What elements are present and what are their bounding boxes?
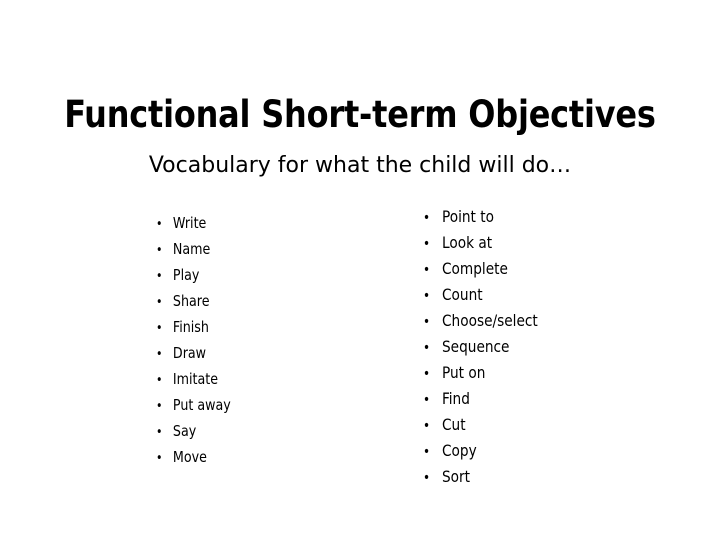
list-item: • Imitate (156, 366, 372, 392)
list-item-label: Say (172, 422, 197, 440)
list-item: • Finish (156, 314, 372, 340)
list-item: • Share (156, 288, 372, 314)
bullet-icon: • (156, 295, 163, 310)
list-item: • Cut (423, 412, 661, 438)
list-item: • Complete (423, 256, 661, 282)
list-item-label: Share (172, 292, 210, 310)
bullet-icon: • (423, 340, 431, 356)
bullet-icon: • (156, 425, 163, 440)
list-item-label: Move (172, 448, 207, 466)
bullet-icon: • (423, 444, 431, 460)
list-item-label: Put away (172, 396, 231, 414)
bullet-icon: • (423, 314, 431, 330)
list-item-label: Draw (172, 344, 207, 362)
list-item: • Write (156, 210, 372, 236)
list-item: • Put away (156, 392, 372, 418)
list-item: • Say (156, 418, 372, 444)
bullet-icon: • (156, 269, 163, 284)
list-item-label: Count (442, 285, 483, 304)
list-item: • Play (156, 262, 372, 288)
list-item: • Point to (423, 204, 661, 230)
list-item: • Move (156, 444, 372, 470)
list-item-label: Finish (172, 318, 209, 336)
bullet-icon: • (423, 392, 431, 408)
list-item-label: Write (172, 214, 207, 232)
bullet-list-right: • Point to • Look at • Complete • Count … (423, 204, 673, 490)
list-item-label: Cut (442, 415, 466, 434)
list-item-label: Complete (442, 259, 508, 278)
bullet-icon: • (156, 373, 163, 388)
bullet-icon: • (423, 262, 431, 278)
list-item-label: Play (172, 266, 200, 284)
list-item: • Draw (156, 340, 372, 366)
list-item-label: Find (442, 389, 470, 408)
list-item-label: Point to (442, 207, 494, 226)
bullet-icon: • (156, 347, 163, 362)
list-item: • Count (423, 282, 661, 308)
list-item-label: Put on (442, 363, 486, 382)
list-item: • Sequence (423, 334, 661, 360)
bullet-icon: • (156, 243, 163, 258)
bullet-icon: • (156, 451, 163, 466)
list-item-label: Choose/select (442, 311, 538, 330)
list-item: • Look at (423, 230, 661, 256)
list-item: • Sort (423, 464, 661, 490)
bullet-list-left: • Write • Name • Play • Share • Finish •… (156, 210, 386, 470)
list-item: • Put on (423, 360, 661, 386)
bullet-icon: • (423, 288, 431, 304)
bullet-icon: • (423, 418, 431, 434)
bullet-icon: • (423, 236, 431, 252)
list-item-label: Sequence (442, 337, 510, 356)
list-item: • Find (423, 386, 661, 412)
list-item-label: Sort (442, 467, 471, 486)
list-item-label: Imitate (172, 370, 219, 388)
bullet-icon: • (423, 366, 431, 382)
list-item: • Name (156, 236, 372, 262)
list-item-label: Copy (442, 441, 477, 460)
list-item: • Choose/select (423, 308, 661, 334)
bullet-icon: • (423, 470, 431, 486)
slide-canvas: Functional Short-term Objectives Vocabul… (0, 0, 720, 540)
bullet-icon: • (156, 321, 163, 336)
two-column-body: • Write • Name • Play • Share • Finish •… (0, 0, 720, 540)
list-item-label: Look at (442, 233, 493, 252)
list-item-label: Name (172, 240, 211, 258)
list-item: • Copy (423, 438, 661, 464)
bullet-icon: • (156, 217, 163, 232)
bullet-icon: • (156, 399, 163, 414)
bullet-icon: • (423, 210, 431, 226)
